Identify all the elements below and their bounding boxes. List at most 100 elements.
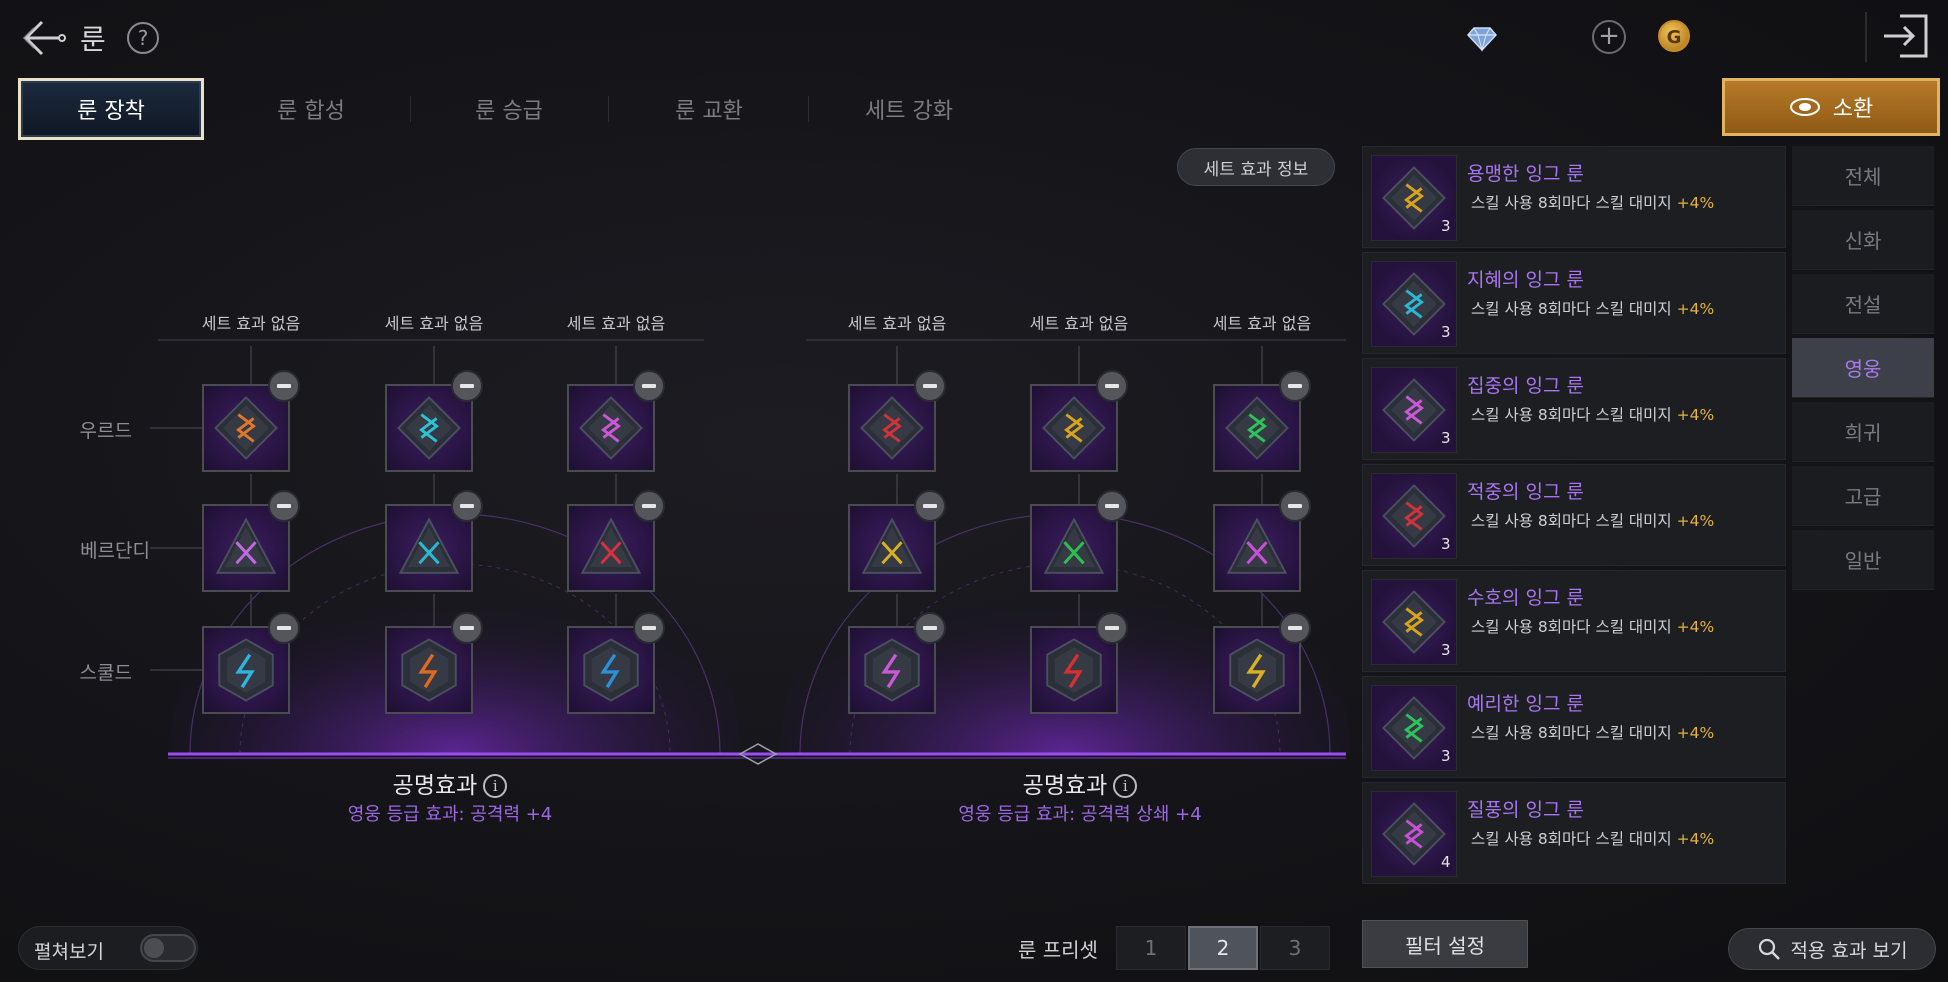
rune-bonus: +4% (1676, 512, 1715, 530)
remove-rune-button[interactable] (633, 612, 665, 644)
rune-desc: 스킬 사용 8회마다 스킬 대미지 +4% (1471, 403, 1714, 425)
help-icon[interactable]: ? (127, 22, 159, 54)
back-arrow-icon[interactable] (20, 14, 68, 62)
remove-rune-button[interactable] (1279, 612, 1311, 644)
top-bar: 룬 ? + G (0, 0, 1948, 74)
rune-desc: 스킬 사용 8회마다 스킬 대미지 +4% (1471, 615, 1714, 637)
rune-bonus: +4% (1676, 300, 1715, 318)
rune-bonus: +4% (1676, 618, 1715, 636)
info-icon[interactable]: i (483, 774, 508, 798)
rune-desc: 스킬 사용 8회마다 스킬 대미지 +4% (1471, 509, 1714, 531)
rune-board: 세트 효과 없음 세트 효과 없음 세트 효과 없음 세트 효과 없음 세트 효… (0, 140, 1360, 840)
remove-rune-button[interactable] (268, 370, 300, 402)
list-item[interactable]: 3 적중의 잉그 룬 스킬 사용 8회마다 스킬 대미지 +4% (1362, 464, 1786, 566)
remove-rune-button[interactable] (914, 612, 946, 644)
search-icon (1758, 938, 1780, 960)
set-effect-label: 세트 효과 없음 (384, 314, 484, 333)
grade-heroic[interactable]: 영웅 (1792, 338, 1934, 398)
remove-rune-button[interactable] (1096, 612, 1128, 644)
divider (1865, 12, 1867, 62)
set-effect-label: 세트 효과 없음 (847, 314, 947, 333)
view-applied-effects-button[interactable]: 적용 효과 보기 (1728, 928, 1936, 970)
info-icon[interactable]: i (1113, 774, 1138, 798)
grade-all[interactable]: 전체 (1792, 146, 1934, 206)
list-item[interactable]: 4 질풍의 잉그 룬 스킬 사용 8회마다 스킬 대미지 +4% (1362, 782, 1786, 884)
rune-desc: 스킬 사용 8회마다 스킬 대미지 +4% (1471, 191, 1714, 213)
rune-desc-text: 스킬 사용 8회마다 스킬 대미지 (1471, 406, 1672, 424)
rune-name: 질풍의 잉그 룬 (1467, 799, 1584, 821)
row-label-urd: 우르드 (79, 420, 132, 442)
rune-name: 용맹한 잉그 룬 (1467, 163, 1584, 185)
grade-rare[interactable]: 희귀 (1792, 402, 1934, 462)
rune-bonus: +4% (1676, 724, 1715, 742)
rune-desc-text: 스킬 사용 8회마다 스킬 대미지 (1471, 830, 1672, 848)
set-effect-label: 세트 효과 없음 (1029, 314, 1129, 333)
remove-rune-button[interactable] (1096, 370, 1128, 402)
rune-desc: 스킬 사용 8회마다 스킬 대미지 +4% (1471, 721, 1714, 743)
page-title: 룬 (80, 23, 106, 56)
expand-toggle-label: 펼쳐보기 (34, 941, 104, 963)
tab-set-enhance[interactable]: 세트 강화 (816, 78, 1002, 140)
rune-count: 3 (1441, 641, 1451, 659)
rune-count: 4 (1441, 853, 1451, 871)
grade-mythic[interactable]: 신화 (1792, 210, 1934, 270)
remove-rune-button[interactable] (1279, 370, 1311, 402)
tab-separator (410, 96, 411, 122)
tab-rune-exchange[interactable]: 룬 교환 (616, 78, 802, 140)
remove-rune-button[interactable] (451, 490, 483, 522)
rune-desc: 스킬 사용 8회마다 스킬 대미지 +4% (1471, 297, 1714, 319)
tab-rune-upgrade[interactable]: 룬 승급 (416, 78, 602, 140)
resonance-title-right: 공명효과 i (940, 766, 1220, 800)
list-item[interactable]: 3 용맹한 잉그 룬 스킬 사용 8회마다 스킬 대미지 +4% (1362, 146, 1786, 248)
list-item[interactable]: 3 예리한 잉그 룬 스킬 사용 8회마다 스킬 대미지 +4% (1362, 676, 1786, 778)
summon-button[interactable]: 소환 (1722, 78, 1940, 136)
rune-count: 3 (1441, 323, 1451, 341)
grade-normal[interactable]: 일반 (1792, 530, 1934, 590)
tab-separator (808, 96, 809, 122)
preset-3[interactable]: 3 (1260, 926, 1330, 970)
toggle-knob (144, 938, 164, 958)
rune-name: 지혜의 잉그 룬 (1467, 269, 1584, 291)
rune-name: 적중의 잉그 룬 (1467, 481, 1584, 503)
row-label-skuld: 스쿨드 (79, 662, 132, 684)
tab-rune-synthesis[interactable]: 룬 합성 (218, 78, 404, 140)
resonance-title-text: 공명효과 (392, 773, 478, 799)
tab-separator (608, 96, 609, 122)
remove-rune-button[interactable] (633, 370, 665, 402)
list-item[interactable]: 3 지혜의 잉그 룬 스킬 사용 8회마다 스킬 대미지 +4% (1362, 252, 1786, 354)
rune-desc-text: 스킬 사용 8회마다 스킬 대미지 (1471, 300, 1672, 318)
set-effect-label: 세트 효과 없음 (1212, 314, 1312, 333)
rune-desc-text: 스킬 사용 8회마다 스킬 대미지 (1471, 194, 1672, 212)
rune-list[interactable]: 3 용맹한 잉그 룬 스킬 사용 8회마다 스킬 대미지 +4% 3 지혜의 잉… (1362, 146, 1786, 902)
remove-rune-button[interactable] (1096, 490, 1128, 522)
plus-icon[interactable]: + (1592, 20, 1626, 54)
filter-settings-button[interactable]: 필터 설정 (1362, 920, 1528, 968)
rune-name: 집중의 잉그 룬 (1467, 375, 1584, 397)
remove-rune-button[interactable] (268, 490, 300, 522)
resonance-effect-left: 영웅 등급 효과: 공격력 +4 (347, 804, 553, 825)
rune-count: 3 (1441, 429, 1451, 447)
tab-rune-equip[interactable]: 룬 장착 (18, 78, 204, 140)
rune-bonus: +4% (1676, 830, 1715, 848)
remove-rune-button[interactable] (633, 490, 665, 522)
remove-rune-button[interactable] (1279, 490, 1311, 522)
gold-coin-icon: G (1658, 20, 1690, 52)
row-label-verdandi: 베르단디 (80, 540, 150, 562)
preset-2[interactable]: 2 (1188, 926, 1258, 970)
remove-rune-button[interactable] (451, 612, 483, 644)
view-applied-effects-label: 적용 효과 보기 (1790, 939, 1908, 962)
remove-rune-button[interactable] (451, 370, 483, 402)
grade-advanced[interactable]: 고급 (1792, 466, 1934, 526)
diamond-icon (1466, 22, 1498, 54)
exit-icon[interactable] (1880, 12, 1932, 60)
remove-rune-button[interactable] (914, 370, 946, 402)
remove-rune-button[interactable] (268, 612, 300, 644)
rune-count: 3 (1441, 535, 1451, 553)
grade-legendary[interactable]: 전설 (1792, 274, 1934, 334)
summon-icon (1789, 98, 1820, 116)
set-effect-label: 세트 효과 없음 (566, 314, 666, 333)
remove-rune-button[interactable] (914, 490, 946, 522)
preset-1[interactable]: 1 (1116, 926, 1186, 970)
list-item[interactable]: 3 집중의 잉그 룬 스킬 사용 8회마다 스킬 대미지 +4% (1362, 358, 1786, 460)
list-item[interactable]: 3 수호의 잉그 룬 스킬 사용 8회마다 스킬 대미지 +4% (1362, 570, 1786, 672)
